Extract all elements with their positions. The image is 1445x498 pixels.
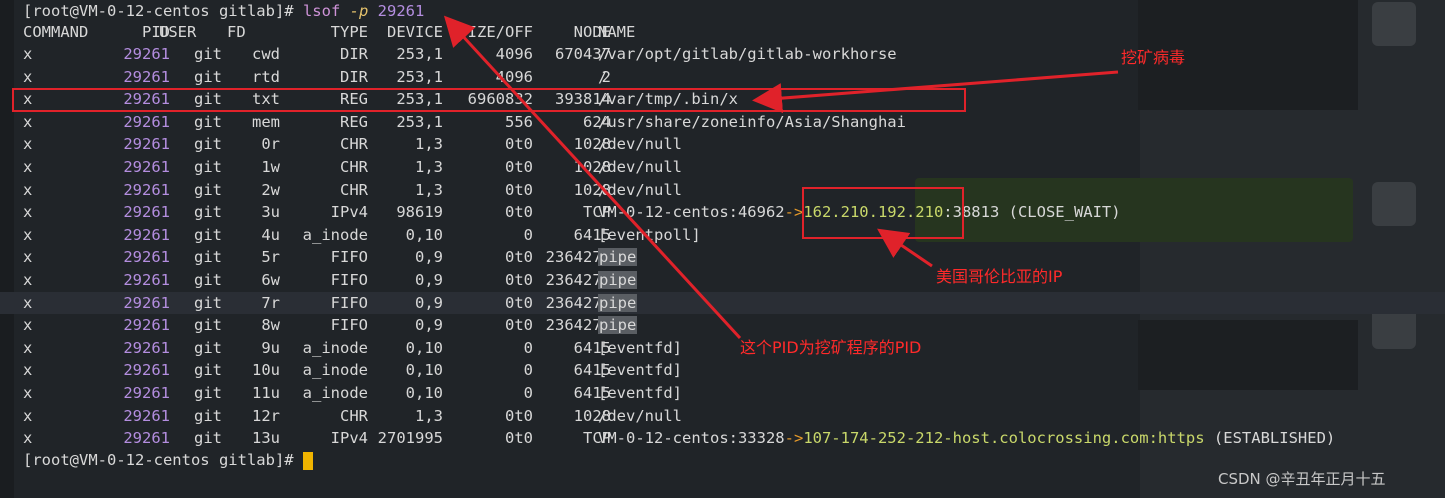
arrow-to-pid [443, 15, 742, 340]
csdn-watermark: CSDN @辛丑年正月十五 [1218, 470, 1386, 488]
annotation-arrows [443, 15, 1119, 340]
arrow-to-malware-row [752, 70, 1119, 114]
arrow-to-ip [877, 228, 933, 268]
